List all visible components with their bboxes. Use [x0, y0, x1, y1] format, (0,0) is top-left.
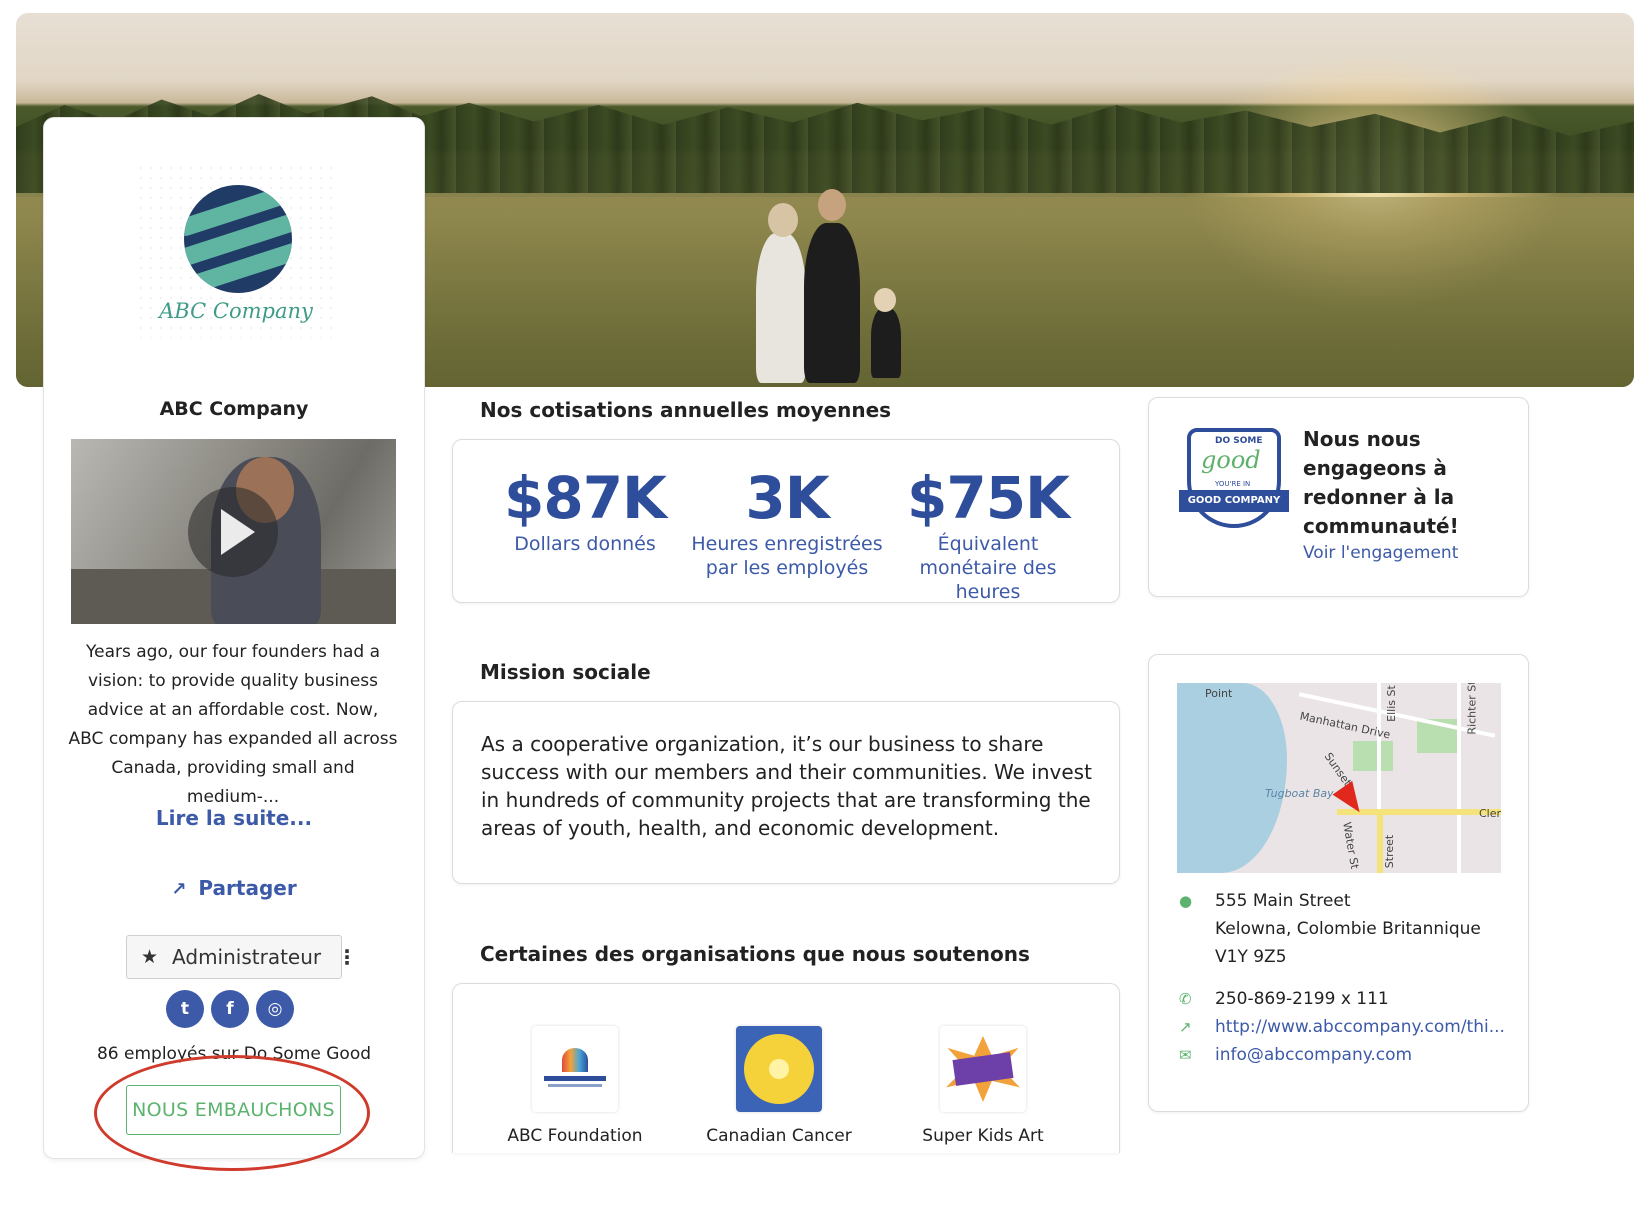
phone-row: ✆ 250-869-2199 x 111	[1179, 985, 1389, 1013]
website-row: ↗ http://www.abccompany.com/thi...	[1179, 1013, 1505, 1041]
phone-icon: ✆	[1179, 990, 1192, 1008]
external-link-icon: ↗	[1179, 1018, 1192, 1036]
daffodil-icon	[736, 1026, 822, 1112]
stat-donated: $87K Dollars donnés	[485, 464, 685, 556]
badge-ribbon: GOOD COMPANY	[1179, 490, 1289, 512]
email-row: ✉ info@abccompany.com	[1179, 1041, 1412, 1069]
stat-hours-value: $75K Équivalent monétaire des heures	[888, 464, 1088, 604]
logo-globe-icon	[184, 185, 292, 293]
stat-hours: 3K Heures enregistrées par les employés	[687, 464, 887, 580]
engagement-card: DO SOME good YOU'RE IN GOOD COMPANY Nous…	[1148, 397, 1529, 597]
star-icon: ★	[141, 946, 159, 968]
engagement-text: Nous nous engageons à redonner à la comm…	[1303, 427, 1459, 538]
share-icon: ↗	[171, 879, 187, 900]
do-some-good-badge: DO SOME good YOU'RE IN GOOD COMPANY	[1179, 428, 1289, 533]
super-kids-logo	[940, 1026, 1026, 1112]
share-button[interactable]: ↗ Partager	[44, 876, 424, 900]
play-icon[interactable]	[188, 487, 278, 577]
read-more-link[interactable]: Lire la suite...	[44, 806, 424, 830]
twitter-icon[interactable]: t	[166, 990, 204, 1028]
stat-value: $87K	[503, 464, 667, 532]
company-name: ABC Company	[159, 398, 309, 420]
organizations-panel: ABC Foundation Canadian Cancer Super Kid…	[452, 983, 1120, 1153]
badge-script-text: good	[1201, 446, 1261, 474]
location-map[interactable]: Point Manhattan Drive Tugboat Bay Sunset…	[1177, 683, 1501, 873]
address: ● 555 Main Street Kelowna, Colombie Brit…	[1179, 887, 1481, 971]
company-description: Years ago, our four founders had a visio…	[68, 642, 398, 807]
mission-text: As a cooperative organization, it’s our …	[481, 732, 1092, 840]
company-logo: ABC Company	[136, 163, 336, 338]
website-link[interactable]: http://www.abccompany.com/thi...	[1215, 1013, 1505, 1041]
annotation-circle	[94, 1055, 370, 1171]
social-links: t f ◎	[166, 990, 294, 1028]
company-video[interactable]	[71, 439, 396, 624]
stat-value: 3K	[745, 464, 829, 532]
instagram-icon[interactable]: ◎	[256, 990, 294, 1028]
family-photo	[756, 183, 936, 383]
org-card[interactable]: Super Kids Art	[883, 1026, 1083, 1146]
org-name: Canadian Cancer	[706, 1126, 852, 1146]
address-line2: Kelowna, Colombie Britannique	[1215, 919, 1481, 939]
email-link[interactable]: info@abccompany.com	[1215, 1041, 1412, 1069]
stat-label: Équivalent monétaire des heures	[919, 533, 1057, 603]
badge-small-text: YOU'RE IN	[1215, 480, 1251, 488]
org-name: ABC Foundation	[507, 1126, 643, 1146]
logo-text: ABC Company	[159, 299, 313, 323]
share-label: Partager	[198, 876, 297, 900]
org-card[interactable]: ABC Foundation	[475, 1026, 675, 1146]
mission-title: Mission sociale	[480, 660, 651, 684]
badge-top-text: DO SOME	[1215, 436, 1263, 446]
org-card[interactable]: Canadian Cancer	[679, 1026, 879, 1146]
view-engagement-link[interactable]: Voir l'engagement	[1303, 543, 1458, 563]
address-line3: V1Y 9Z5	[1215, 947, 1287, 967]
contributions-panel: $87K Dollars donnés 3K Heures enregistré…	[452, 439, 1120, 603]
address-line1: 555 Main Street	[1215, 891, 1351, 911]
admin-dropdown-button[interactable]: ★ Administrateur ⋮	[126, 935, 357, 979]
contributions-title: Nos cotisations annuelles moyennes	[480, 398, 892, 422]
admin-label: Administrateur	[172, 945, 322, 969]
map-pin-icon: ●	[1179, 892, 1193, 910]
envelope-icon: ✉	[1179, 1046, 1192, 1064]
mission-panel: As a cooperative organization, it’s our …	[452, 701, 1120, 884]
facebook-icon[interactable]: f	[211, 990, 249, 1028]
stat-label: Dollars donnés	[514, 533, 656, 555]
stat-value: $75K	[906, 464, 1070, 532]
abc-foundation-logo	[532, 1026, 618, 1112]
stat-label: Heures enregistrées par les employés	[691, 533, 883, 579]
location-card: Point Manhattan Drive Tugboat Bay Sunset…	[1148, 654, 1529, 1112]
company-profile-card: ABC Company ABC Company Years ago, our f…	[44, 118, 424, 1158]
phone-number: 250-869-2199 x 111	[1215, 989, 1389, 1009]
organizations-title: Certaines des organisations que nous sou…	[480, 942, 1030, 966]
kebab-menu-icon: ⋮	[337, 945, 358, 969]
org-name: Super Kids Art	[922, 1126, 1044, 1146]
